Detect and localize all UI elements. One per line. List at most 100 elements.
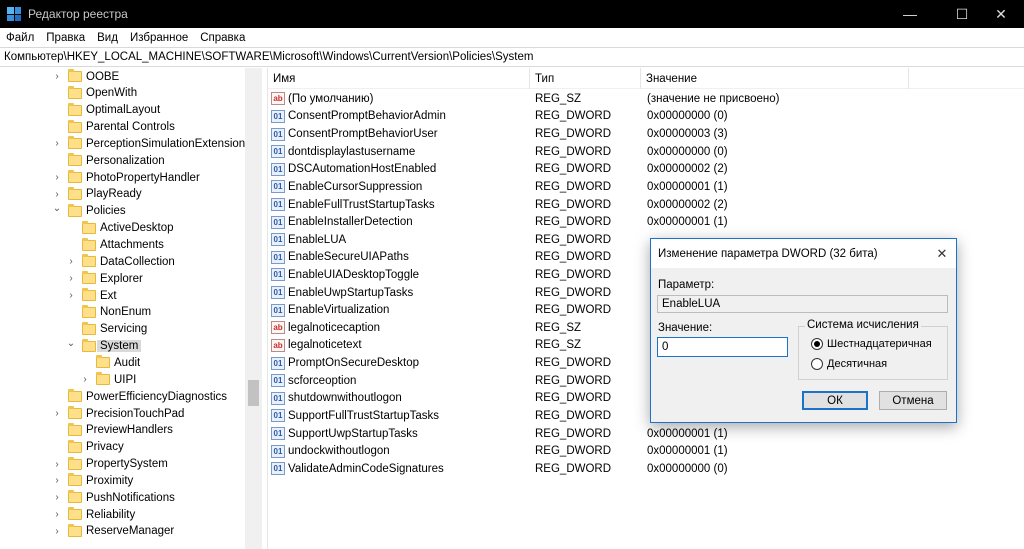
chevron-right-icon[interactable]: ›	[52, 456, 62, 473]
value-row[interactable]: 01 EnableCursorSuppression REG_DWORD 0x0000…	[268, 178, 1024, 196]
tree-item[interactable]: PreviewHandlers	[52, 422, 173, 439]
minimize-button[interactable]: —	[887, 0, 933, 28]
binary-value-icon: 01	[271, 444, 285, 458]
tree-item[interactable]: › Ext	[66, 287, 117, 304]
chevron-down-icon[interactable]: ⌄	[66, 335, 76, 352]
folder-icon	[82, 321, 96, 335]
value-input[interactable]	[657, 337, 788, 357]
tree-item[interactable]: › Proximity	[52, 472, 133, 489]
radix-dec-option[interactable]: Десятичная	[811, 358, 887, 370]
chevron-right-icon[interactable]: ›	[52, 405, 62, 422]
chevron-right-icon[interactable]: ›	[52, 472, 62, 489]
tree-item[interactable]: OpenWith	[52, 85, 137, 102]
tree-item[interactable]: OptimalLayout	[52, 102, 160, 119]
chevron-right-icon[interactable]: ›	[80, 371, 90, 388]
value-row[interactable]: 01 ConsentPromptBehaviorAdmin REG_DWORD 0x0…	[268, 108, 1024, 126]
chevron-right-icon[interactable]: ›	[66, 287, 76, 304]
radix-dec-radio[interactable]	[811, 358, 823, 370]
menu-file[interactable]: Файл	[0, 32, 40, 44]
tree-item[interactable]: NonEnum	[66, 304, 151, 321]
tree-item[interactable]: › PerceptionSimulationExtensions	[52, 135, 251, 152]
value-type: REG_DWORD	[535, 216, 612, 229]
value-name: EnableVirtualization	[288, 304, 390, 317]
chevron-right-icon[interactable]: ›	[52, 68, 62, 85]
tree-scrollbar-thumb[interactable]	[248, 380, 259, 406]
chevron-right-icon[interactable]: ›	[66, 270, 76, 287]
binary-value-icon: 01	[271, 198, 285, 212]
column-data-header[interactable]: Значение	[641, 68, 909, 89]
address-bar[interactable]: Компьютер\HKEY_LOCAL_MACHINE\SOFTWARE\Mi…	[0, 47, 1024, 67]
value-row[interactable]: 01 DSCAutomationHostEnabled REG_DWORD 0x000…	[268, 160, 1024, 178]
chevron-right-icon[interactable]: ›	[52, 169, 62, 186]
tree-item-label: Attachments	[100, 239, 164, 251]
tree-item[interactable]: Parental Controls	[52, 119, 175, 136]
tree-item-label: ActiveDesktop	[100, 222, 174, 235]
value-row[interactable]: ab (По умолчанию) REG_SZ (значение не присв…	[268, 90, 1024, 108]
tree-item[interactable]: PowerEfficiencyDiagnostics	[52, 388, 227, 405]
tree-item[interactable]: ⌄ System	[66, 335, 142, 355]
chevron-down-icon[interactable]: ⌄	[52, 200, 62, 217]
tree-item[interactable]: ⌄ Policies	[52, 203, 126, 220]
value-name: PromptOnSecureDesktop	[288, 357, 420, 370]
binary-value-icon: 01	[271, 427, 285, 441]
value-row[interactable]: 01 SupportUwpStartupTasks REG_DWORD 0x00000…	[268, 425, 1024, 443]
folder-icon	[82, 338, 96, 352]
value-row[interactable]: 01 ValidateAdminCodeSignatures REG_DWORD 0x…	[268, 460, 1024, 478]
folder-icon	[68, 456, 82, 470]
tree-item[interactable]: Privacy	[52, 439, 124, 456]
menu-help[interactable]: Справка	[194, 32, 251, 44]
tree-item[interactable]: › Reliability	[52, 506, 135, 523]
value-row[interactable]: 01 dontdisplaylastusername REG_DWORD 0x0000…	[268, 143, 1024, 161]
column-name-header[interactable]: Имя	[268, 68, 530, 89]
folder-icon	[68, 389, 82, 403]
tree-item[interactable]: Attachments	[66, 237, 164, 254]
binary-value-icon: 01	[271, 409, 285, 423]
value-row[interactable]: 01 ConsentPromptBehaviorUser REG_DWORD 0x00…	[268, 125, 1024, 143]
chevron-right-icon[interactable]: ›	[66, 253, 76, 270]
tree-item[interactable]: › PropertySystem	[52, 456, 168, 473]
column-type-header[interactable]: Тип	[530, 68, 641, 89]
tree-item[interactable]: › DataCollection	[66, 253, 175, 270]
value-name: dontdisplaylastusername	[288, 145, 416, 158]
tree-item-label: Servicing	[100, 323, 148, 336]
tree-item[interactable]: › ReserveManager	[52, 523, 174, 540]
tree-item[interactable]: Audit	[80, 354, 140, 371]
tree-item[interactable]: › OOBE	[52, 68, 119, 85]
chevron-right-icon[interactable]: ›	[52, 489, 62, 506]
radix-hex-option[interactable]: Шестнадцатеричная	[811, 338, 932, 350]
tree-item[interactable]: Personalization	[52, 152, 165, 169]
chevron-right-icon[interactable]: ›	[52, 506, 62, 523]
tree-item[interactable]: › Explorer	[66, 270, 143, 287]
string-value-icon: ab	[271, 338, 285, 352]
tree-item[interactable]: ActiveDesktop	[66, 220, 174, 237]
chevron-right-icon[interactable]: ›	[52, 523, 62, 540]
tree-item[interactable]: › PlayReady	[52, 186, 142, 203]
value-name-cell: 01 SupportFullTrustStartupTasks	[271, 409, 439, 423]
menu-edit[interactable]: Правка	[40, 32, 91, 44]
dialog-close-button[interactable]: ✕	[928, 239, 956, 268]
value-row[interactable]: 01 undockwithoutlogon REG_DWORD 0x00000001 …	[268, 442, 1024, 460]
tree-item-label: Reliability	[86, 508, 136, 521]
tree-item[interactable]: › PhotoPropertyHandler	[52, 169, 200, 186]
menu-favorites[interactable]: Избранное	[124, 32, 194, 44]
cancel-button[interactable]: Отмена	[879, 391, 947, 410]
tree-item[interactable]: › PrecisionTouchPad	[52, 405, 184, 422]
radix-hex-radio[interactable]	[811, 338, 823, 350]
key-tree[interactable]: › OOBE OpenWith OptimalLayout Parental Contr…	[0, 68, 262, 549]
tree-item[interactable]: › UIPI	[80, 371, 136, 388]
menu-view[interactable]: Вид	[91, 32, 124, 44]
radix-dec-label: Десятичная	[827, 358, 888, 370]
ok-button[interactable]: ОК	[802, 391, 868, 410]
value-row[interactable]: 01 EnableFullTrustStartupTasks REG_DWORD 0x…	[268, 196, 1024, 214]
binary-value-icon: 01	[271, 303, 285, 317]
value-row[interactable]: 01 EnableInstallerDetection REG_DWORD 0x000…	[268, 213, 1024, 231]
tree-item[interactable]: › PushNotifications	[52, 489, 175, 506]
tree-item[interactable]: Servicing	[66, 321, 147, 338]
chevron-right-icon[interactable]: ›	[52, 135, 62, 152]
close-button[interactable]: ✕	[978, 0, 1024, 28]
tree-scrollbar[interactable]	[245, 68, 262, 549]
binary-value-icon: 01	[271, 391, 285, 405]
